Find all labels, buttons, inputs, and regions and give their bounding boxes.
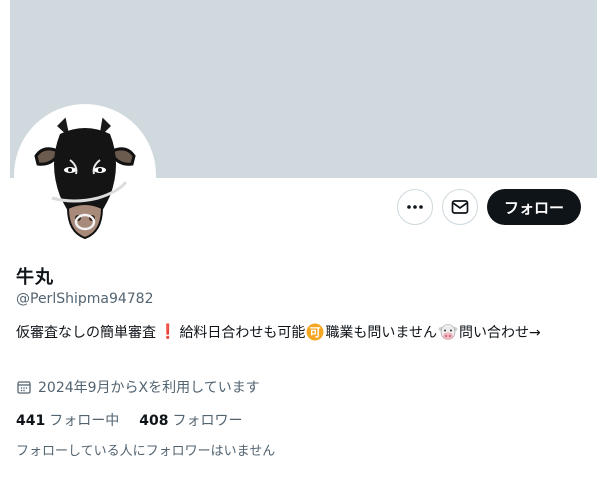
user-handle: @PerlShipma94782	[16, 291, 154, 307]
joined-text: 2024年9月からXを利用しています	[38, 380, 260, 396]
following-count: 441	[16, 413, 46, 429]
following-label: フォロー中	[49, 413, 120, 429]
calendar-icon	[17, 381, 31, 394]
bio-text-1: 仮審査なしの簡単審査	[16, 325, 156, 341]
followers-label: フォロワー	[172, 413, 243, 429]
message-button[interactable]	[441, 189, 478, 225]
avatar[interactable]	[14, 104, 156, 246]
following-link[interactable]: 441 フォロー中	[16, 410, 119, 430]
display-name: 牛丸	[16, 267, 54, 288]
more-icon	[407, 205, 423, 209]
exclamation-emoji: ❗	[159, 324, 177, 340]
bio-text-2: 給料日合わせも可能	[179, 325, 306, 341]
svg-text:可: 可	[310, 326, 321, 339]
cow-face-emoji	[438, 323, 458, 341]
bio-text-3: 職業も問いません	[325, 325, 438, 341]
follow-button[interactable]: フォロー	[486, 189, 581, 225]
follow-stats: 441 フォロー中 408 フォロワー	[16, 410, 242, 430]
followers-count: 408	[139, 413, 169, 429]
envelope-icon	[451, 200, 469, 214]
bio: 仮審査なしの簡単審査 ❗ 給料日合わせも可能 可 職業も問いません 問い合わせ→	[16, 322, 541, 342]
followers-you-know: フォローしている人にフォロワーはいません	[16, 444, 276, 459]
bull-avatar-image	[34, 114, 136, 240]
more-button[interactable]	[396, 189, 433, 225]
ok-badge-emoji: 可	[306, 323, 324, 341]
followers-link[interactable]: 408 フォロワー	[139, 410, 242, 430]
profile-actions: フォロー	[396, 189, 581, 225]
bio-text-4: 問い合わせ→	[459, 325, 541, 341]
joined-date: 2024年9月からXを利用しています	[16, 377, 260, 397]
